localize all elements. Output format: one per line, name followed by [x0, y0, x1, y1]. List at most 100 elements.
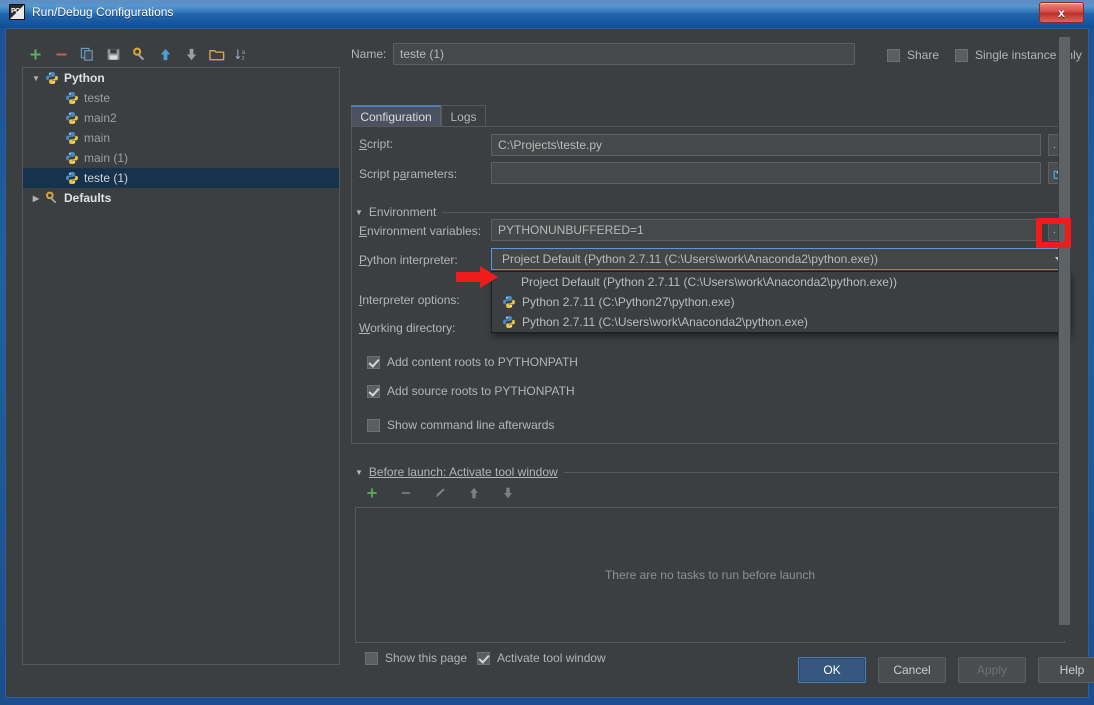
tree-item-main[interactable]: main: [23, 128, 339, 148]
tree-twisty-icon[interactable]: ▶: [29, 194, 43, 203]
dialog-body: a z ▼ Python teste main2 main main (1) teste (…: [5, 28, 1094, 698]
add-configuration-button[interactable]: [22, 42, 48, 66]
before-launch-task-list[interactable]: There are no tasks to run before launch: [355, 507, 1065, 643]
add-content-roots-checkbox-row[interactable]: Add content roots to PYTHONPATH: [367, 355, 578, 369]
python-icon: [502, 295, 522, 309]
tree-item-label: main2: [84, 111, 117, 125]
show-command-line-label: Show command line afterwards: [387, 418, 555, 432]
folder-icon[interactable]: [204, 42, 230, 66]
tree-item-main2[interactable]: main2: [23, 108, 339, 128]
interpreter-option-label: Python 2.7.11 (C:\Users\work\Anaconda2\p…: [522, 315, 808, 329]
add-content-roots-checkbox[interactable]: [367, 355, 380, 369]
share-label: Share: [907, 48, 940, 62]
before-launch-empty-text: There are no tasks to run before launch: [604, 568, 816, 582]
python-icon: [65, 151, 84, 165]
tree-item-label: teste (1): [84, 171, 129, 185]
configurations-tree[interactable]: ▼ Python teste main2 main main (1) teste (1) ▶ D…: [22, 67, 340, 665]
show-command-line-checkbox-row[interactable]: Show command line afterwards: [367, 418, 554, 432]
tree-item-label: main: [84, 131, 111, 145]
name-input[interactable]: teste (1): [393, 43, 855, 65]
script-parameters-label: Script parameters:: [359, 167, 458, 181]
python-interpreter-label: Python interpreter:: [359, 253, 458, 267]
interpreter-option-label: Project Default (Python 2.7.11 (C:\Users…: [521, 275, 897, 289]
single-instance-checkbox[interactable]: [955, 48, 968, 62]
before-launch-move-down-button[interactable]: [495, 481, 521, 505]
show-this-page-label: Show this page: [385, 651, 468, 665]
sort-az-icon[interactable]: a z: [230, 42, 256, 66]
show-this-page-checkbox-row[interactable]: Show this page: [365, 651, 467, 665]
tree-item-teste[interactable]: teste: [23, 88, 339, 108]
before-launch-label: Before launch: Activate tool window: [368, 465, 558, 479]
interpreter-option-anaconda2[interactable]: Python 2.7.11 (C:\Users\work\Anaconda2\p…: [492, 312, 1068, 332]
copy-icon[interactable]: [74, 42, 100, 66]
before-launch-section[interactable]: ▼ Before launch: Activate tool window: [355, 465, 1065, 479]
before-launch-remove-button[interactable]: [393, 481, 419, 505]
configuration-editor: Name: teste (1) Share Single instance on…: [351, 37, 1082, 665]
add-source-roots-checkbox-row[interactable]: Add source roots to PYTHONPATH: [367, 384, 575, 398]
dialog-buttons: OK Cancel Apply Help: [798, 657, 1094, 683]
interpreter-option-project-default[interactable]: Project Default (Python 2.7.11 (C:\Users…: [492, 272, 1068, 292]
script-parameters-input[interactable]: [491, 162, 1041, 184]
activate-tool-window-label: Activate tool window: [497, 651, 606, 665]
editor-tabs: Configuration Logs: [351, 105, 1065, 127]
svg-text:z: z: [242, 55, 245, 62]
before-launch-add-button[interactable]: [359, 481, 385, 505]
python-icon: [65, 131, 84, 145]
activate-tool-window-checkbox[interactable]: [477, 651, 490, 665]
collapse-triangle-icon[interactable]: ▼: [355, 208, 363, 217]
python-icon: [65, 91, 84, 105]
python-icon: [45, 71, 64, 85]
save-icon[interactable]: [100, 42, 126, 66]
name-row: Name: teste (1): [351, 43, 855, 65]
interpreter-option-python27[interactable]: Python 2.7.11 (C:\Python27\python.exe): [492, 292, 1068, 312]
icon-spacer: [502, 275, 516, 289]
environment-variables-input[interactable]: PYTHONUNBUFFERED=1: [491, 219, 1041, 241]
remove-configuration-button[interactable]: [48, 42, 74, 66]
help-button[interactable]: Help: [1038, 657, 1094, 683]
close-icon[interactable]: x: [1039, 2, 1084, 23]
environment-section[interactable]: ▼ Environment: [355, 205, 1061, 219]
tree-item-label: teste: [84, 91, 111, 105]
before-launch-separator: [563, 471, 1065, 473]
tree-item-teste-1[interactable]: teste (1): [23, 168, 339, 188]
tree-item-defaults[interactable]: ▶ Defaults: [23, 188, 339, 208]
script-input[interactable]: C:\Projects\teste.py: [491, 134, 1041, 156]
wrench-icon[interactable]: [126, 42, 152, 66]
tree-toolbar: a z: [22, 41, 332, 67]
add-source-roots-label: Add source roots to PYTHONPATH: [387, 384, 575, 398]
cancel-button[interactable]: Cancel: [878, 657, 946, 683]
environment-separator: [442, 211, 1061, 213]
ok-button[interactable]: OK: [798, 657, 866, 683]
tree-item-label: Defaults: [64, 191, 112, 205]
show-this-page-checkbox[interactable]: [365, 651, 378, 665]
editor-scrollbar-thumb[interactable]: [1059, 37, 1070, 625]
interpreter-options-label: Interpreter options:: [359, 293, 460, 307]
environment-section-label: Environment: [368, 205, 437, 219]
tree-item-main-1[interactable]: main (1): [23, 148, 339, 168]
add-content-roots-label: Add content roots to PYTHONPATH: [387, 355, 578, 369]
add-source-roots-checkbox[interactable]: [367, 384, 380, 398]
run-debug-configurations-window: Run/Debug Configurations x: [0, 0, 1094, 705]
pencil-icon[interactable]: [427, 481, 453, 505]
tab-configuration[interactable]: Configuration: [351, 105, 441, 127]
share-checkbox[interactable]: [887, 48, 900, 62]
titlebar-left: Run/Debug Configurations: [9, 4, 173, 20]
script-row: SScript:cript:: [359, 137, 496, 151]
python-interpreter-combo[interactable]: Project Default (Python 2.7.11 (C:\Users…: [491, 248, 1069, 270]
tree-twisty-icon[interactable]: ▼: [29, 74, 43, 83]
apply-button[interactable]: Apply: [958, 657, 1026, 683]
arrow-down-icon[interactable]: [178, 42, 204, 66]
before-launch-move-up-button[interactable]: [461, 481, 487, 505]
before-launch-collapse-icon[interactable]: ▼: [355, 468, 363, 477]
tree-item-label: Python: [64, 71, 105, 85]
arrow-up-icon[interactable]: [152, 42, 178, 66]
working-directory-label: Working directory:: [359, 321, 456, 335]
window-titlebar: Run/Debug Configurations x: [0, 0, 1094, 28]
tab-logs[interactable]: Logs: [441, 105, 486, 127]
interpreter-dropdown-popup[interactable]: Project Default (Python 2.7.11 (C:\Users…: [491, 271, 1069, 333]
show-command-line-checkbox[interactable]: [367, 418, 380, 432]
editor-scrollbar-track[interactable]: [1058, 29, 1071, 641]
tree-item-python[interactable]: ▼ Python: [23, 68, 339, 88]
share-checkbox-row[interactable]: Share: [887, 48, 939, 62]
activate-tool-window-checkbox-row[interactable]: Activate tool window: [477, 651, 606, 665]
